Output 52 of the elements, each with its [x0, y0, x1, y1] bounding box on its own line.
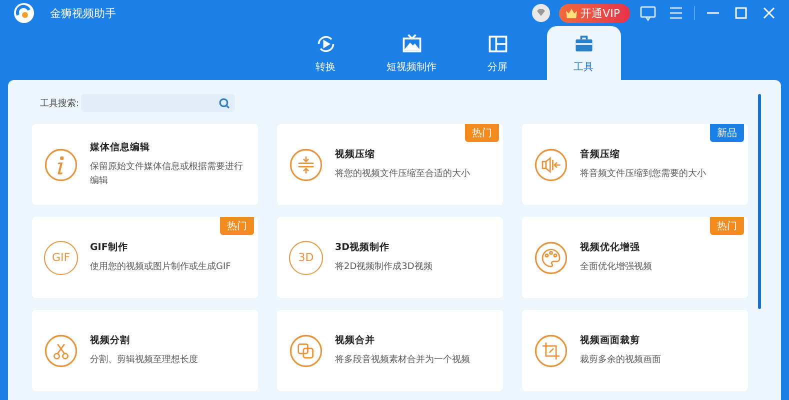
tool-card[interactable]: 热门 视频压缩 将您的视频文件压缩至合适的大小 [277, 124, 503, 205]
scrollbar[interactable] [758, 94, 761, 309]
tool-card[interactable]: 视频画面裁剪 裁剪多余的视频画面 [522, 310, 748, 391]
tool-description: 将多段音视频素材合并为一个视频 [335, 354, 470, 367]
tool-title: 视频压缩 [335, 148, 376, 161]
info-icon [44, 148, 78, 182]
window-title: 金狮视频助手 [50, 6, 116, 20]
tool-card[interactable]: 3D 3D视频制作 将2D视频制作成3D视频 [277, 217, 503, 298]
tab[interactable]: 转换 [288, 26, 362, 80]
tag: 新品 [710, 124, 744, 142]
tool-description: 保留原始文件媒体信息或根据需要进行编辑 [90, 160, 244, 188]
search-field[interactable] [81, 94, 236, 112]
tool-card[interactable]: 视频分割 分割、剪辑视频至理想长度 [32, 310, 258, 391]
tool-description: 将您的视频文件压缩至合适的大小 [335, 168, 470, 181]
speaker-icon [534, 148, 568, 182]
overlapping-squares-icon [289, 334, 323, 368]
tool-card[interactable]: 视频合并 将多段音视频素材合并为一个视频 [277, 310, 503, 391]
tool-title: 视频分割 [90, 334, 131, 347]
crown-icon [564, 8, 578, 18]
tool-icon: GIF [44, 240, 78, 274]
crop-icon [534, 334, 568, 368]
tool-description: 将2D视频制作成3D视频 [335, 260, 432, 274]
search-icon[interactable] [218, 96, 232, 110]
search-label: 工具搜索: [40, 98, 80, 110]
tool-description: 裁剪多余的视频画面 [580, 354, 661, 367]
tool-icon: 3D [289, 240, 323, 274]
compress-icon [289, 148, 323, 182]
tag: 热门 [220, 217, 254, 235]
tool-title: 媒体信息编辑 [90, 140, 151, 154]
tool-description: 分割、剪辑视频至理想长度 [90, 354, 198, 367]
tool-card[interactable]: 新品 音频压缩 将音频文件压缩到您需要的大小 [522, 124, 748, 205]
tool-description: 全面优化增强视频 [580, 260, 652, 274]
tab[interactable]: 分屏 [460, 26, 534, 80]
tool-title: 视频画面裁剪 [580, 334, 641, 347]
scissors-icon [44, 334, 78, 368]
tab[interactable]: 短视频制作 [374, 26, 448, 80]
tab[interactable]: 工具 [546, 26, 620, 80]
tag: 热门 [465, 124, 499, 142]
tool-title: 3D视频制作 [335, 240, 390, 254]
tool-title: 视频优化增强 [580, 240, 641, 254]
tool-card[interactable]: 热门 GIF GIF制作 使用您的视频或图片制作或生成GIF [32, 217, 258, 298]
tool-title: 音频压缩 [580, 148, 621, 161]
palette-icon [534, 240, 568, 274]
tool-card[interactable]: 媒体信息编辑 保留原始文件媒体信息或根据需要进行编辑 [32, 124, 258, 205]
tv-icon [400, 32, 422, 54]
tool-description: 使用您的视频或图片制作或生成GIF [90, 260, 231, 274]
tool-description: 将音频文件压缩到您需要的大小 [580, 168, 706, 181]
tool-title: GIF制作 [90, 240, 129, 254]
vip-button[interactable]: 开通VIP [558, 4, 630, 22]
tag: 热门 [710, 217, 744, 235]
tool-title: 视频合并 [335, 334, 376, 347]
tool-card[interactable]: 热门 视频优化增强 全面优化增强视频 [522, 217, 748, 298]
